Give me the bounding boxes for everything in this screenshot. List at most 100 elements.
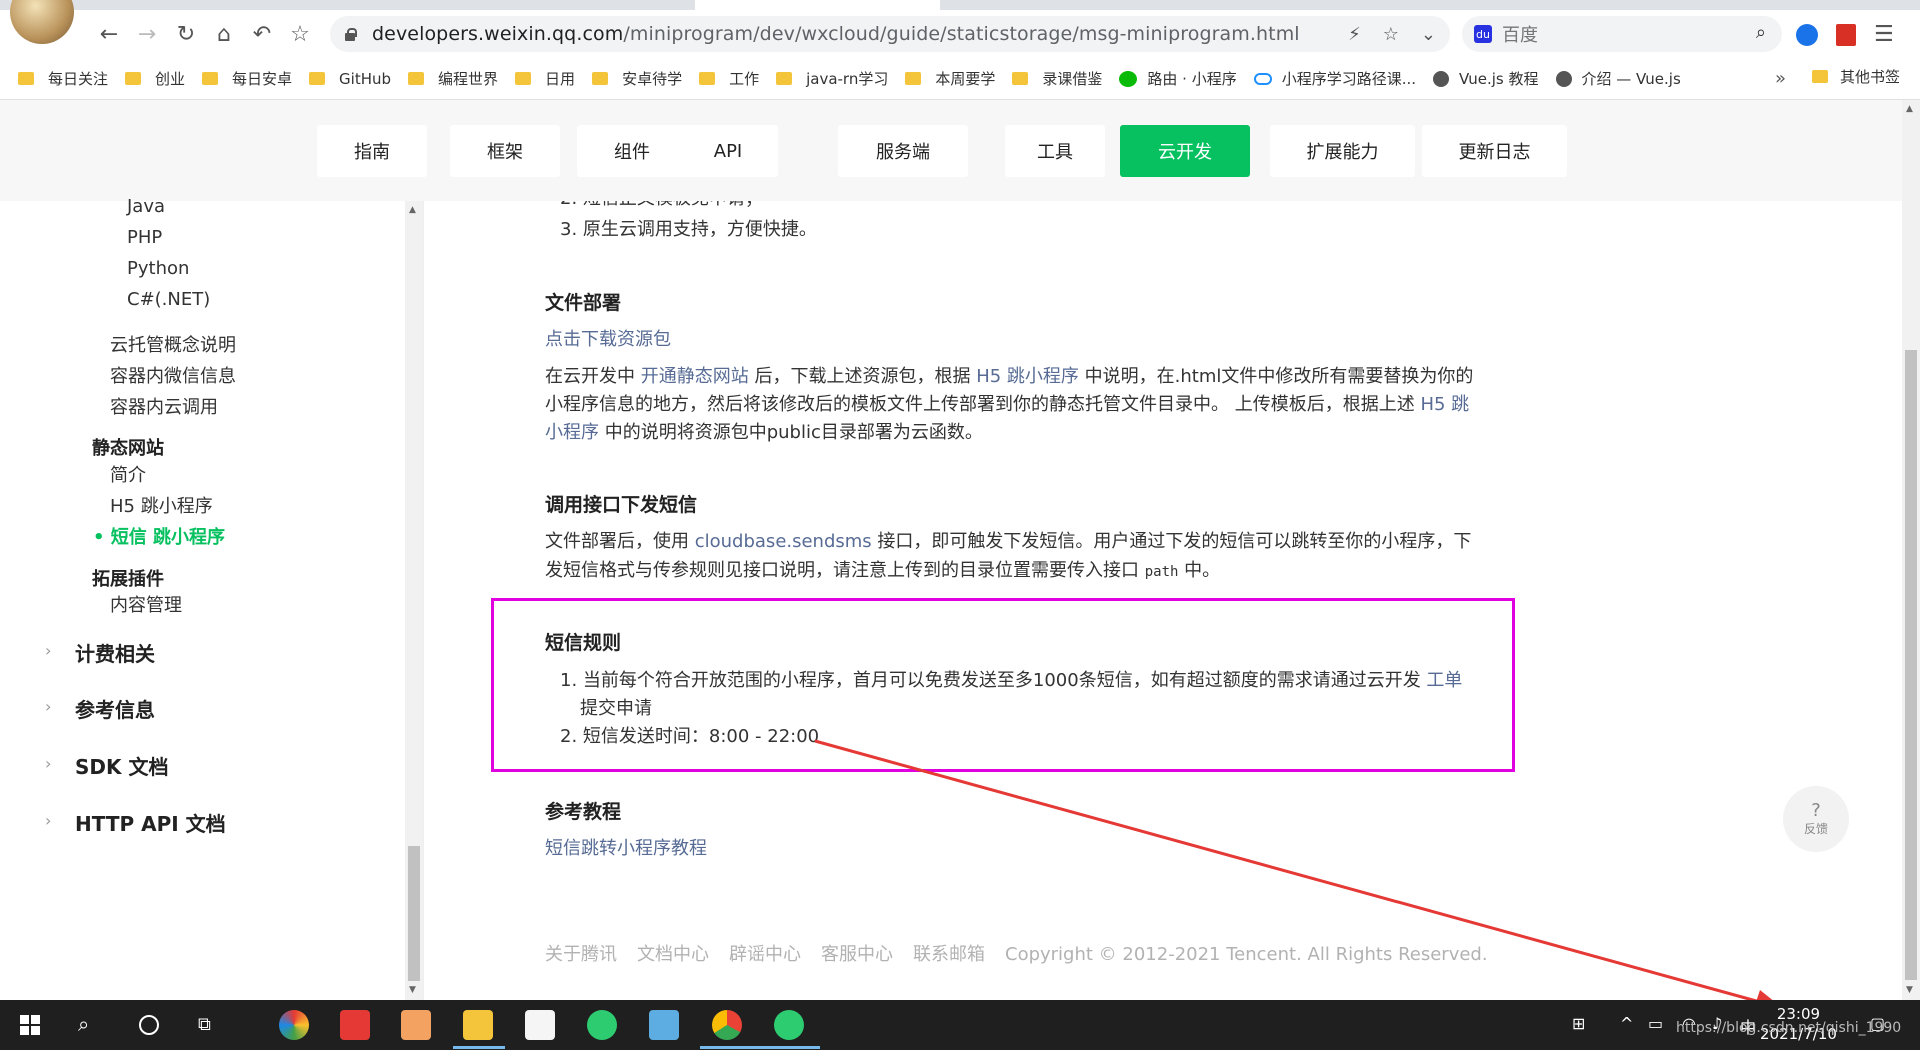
h5-jump-link[interactable]: H5 跳小程序 xyxy=(976,366,1079,387)
bookmark-item[interactable]: 小程序学习路径课... xyxy=(1253,68,1416,89)
sidebar-group-static-site[interactable]: 静态网站 xyxy=(92,434,164,460)
bookmarks-overflow-icon[interactable]: » xyxy=(1775,68,1786,89)
scroll-up-icon[interactable]: ▲ xyxy=(409,205,416,215)
bookmark-item[interactable]: 工作 xyxy=(699,68,759,89)
footer-link[interactable]: 联系邮箱 xyxy=(913,944,985,965)
sidebar-item-sms-jump[interactable]: • 短信 跳小程序 xyxy=(93,523,225,549)
topnav-item-2[interactable]: 组件 xyxy=(577,125,687,177)
chevron-right-icon[interactable]: › xyxy=(45,754,51,773)
sidebar-section-reference[interactable]: 参考信息 xyxy=(75,694,155,723)
pdf-extension-icon[interactable] xyxy=(1836,23,1856,46)
sidebar-scrollbar[interactable]: ▲ ▼ xyxy=(405,201,423,1000)
photos-app-icon[interactable] xyxy=(279,1010,309,1040)
bookmark-item[interactable]: Vue.js 教程 xyxy=(1433,68,1539,89)
sidebar-item-python[interactable]: Python xyxy=(127,258,189,279)
other-bookmarks[interactable]: 其他书签 xyxy=(1812,66,1900,87)
sidebar-item-h5-jump[interactable]: H5 跳小程序 xyxy=(110,492,213,518)
chevron-down-icon[interactable]: ⌄ xyxy=(1421,24,1436,45)
chevron-right-icon[interactable]: › xyxy=(45,811,51,830)
search-icon[interactable]: ⌕ xyxy=(78,1012,89,1036)
sidebar-item-php[interactable]: PHP xyxy=(127,227,162,248)
bookmark-item[interactable]: 录课借鉴 xyxy=(1012,68,1102,89)
ticket-link[interactable]: 工单 xyxy=(1426,670,1462,691)
scroll-down-icon[interactable]: ▼ xyxy=(409,985,416,995)
bookmark-item[interactable]: 每日安卓 xyxy=(202,68,292,89)
sidebar-item-container-wechat-info[interactable]: 容器内微信信息 xyxy=(110,362,236,388)
topnav-item-5[interactable]: 工具 xyxy=(1005,125,1105,177)
footer-link[interactable]: 辟谣中心 xyxy=(729,944,801,965)
topnav-item-8[interactable]: 更新日志 xyxy=(1422,125,1567,177)
h5-jump-link-2a[interactable]: H5 跳 xyxy=(1420,394,1469,415)
address-bar[interactable]: developers.weixin.qq.com/miniprogram/dev… xyxy=(330,16,1450,52)
image-app-icon[interactable] xyxy=(401,1010,431,1040)
star-bookmark-icon[interactable]: ☆ xyxy=(283,17,317,51)
page-scroll-thumb[interactable] xyxy=(1905,350,1917,980)
sidebar-item-container-concept[interactable]: 云托管概念说明 xyxy=(110,331,236,357)
topnav-item-7[interactable]: 扩展能力 xyxy=(1270,125,1415,177)
file-explorer-icon[interactable] xyxy=(463,1010,493,1040)
scroll-up-icon[interactable]: ▲ xyxy=(1906,104,1913,114)
h5-jump-link-2b[interactable]: 小程序 xyxy=(545,422,599,443)
topnav-item-6[interactable]: 云开发 xyxy=(1120,125,1250,177)
search-box[interactable]: du 百度 ⌕ xyxy=(1462,16,1782,52)
reload-icon[interactable]: ↻ xyxy=(169,17,203,51)
bookmark-item[interactable]: 每日关注 xyxy=(18,68,108,89)
keyboard-icon[interactable]: ⊞ xyxy=(1572,1014,1585,1033)
windows-start-icon[interactable] xyxy=(20,1015,40,1035)
chevron-right-icon[interactable]: › xyxy=(45,641,51,660)
topnav-item-4[interactable]: 服务端 xyxy=(838,125,968,177)
footer-link[interactable]: 关于腾讯 xyxy=(545,944,617,965)
sidebar-section-sdk-docs[interactable]: SDK 文档 xyxy=(75,751,168,780)
typora-app-icon[interactable] xyxy=(525,1010,555,1040)
sendsms-link[interactable]: cloudbase.sendsms xyxy=(695,531,872,552)
cortana-icon[interactable] xyxy=(139,1015,159,1035)
undo-icon[interactable]: ↶ xyxy=(245,17,279,51)
bookmark-item[interactable]: 介绍 — Vue.js xyxy=(1555,68,1681,89)
download-resource-link[interactable]: 点击下载资源包 xyxy=(545,325,671,354)
chrome-app-icon[interactable] xyxy=(712,1010,742,1040)
menu-icon[interactable]: ☰ xyxy=(1874,22,1894,47)
youdao-app-icon[interactable] xyxy=(340,1010,370,1040)
bookmark-star-icon[interactable]: ☆ xyxy=(1383,24,1399,45)
battery-icon[interactable]: ▭ xyxy=(1648,1014,1663,1033)
notepad-app-icon[interactable] xyxy=(649,1010,679,1040)
sidebar-item-java[interactable]: Java xyxy=(127,196,165,217)
bookmark-item[interactable]: 日用 xyxy=(515,68,575,89)
task-view-icon[interactable]: ⧉ xyxy=(198,1014,211,1035)
page-scrollbar[interactable]: ▲ ▼ xyxy=(1902,100,1920,1000)
bookmark-item[interactable]: 创业 xyxy=(125,68,185,89)
sms-jump-tutorial-link[interactable]: 短信跳转小程序教程 xyxy=(545,834,707,863)
forward-arrow-icon[interactable]: → xyxy=(130,17,164,51)
wechat-app-icon[interactable] xyxy=(774,1010,804,1040)
bookmark-item[interactable]: 本周要学 xyxy=(905,68,995,89)
active-tab[interactable] xyxy=(695,0,940,10)
back-arrow-icon[interactable]: ← xyxy=(92,17,126,51)
sidebar-item-csharp[interactable]: C#(.NET) xyxy=(127,289,210,310)
bookmark-item[interactable]: 路由 · 小程序 xyxy=(1119,68,1237,89)
open-static-site-link[interactable]: 开通静态网站 xyxy=(641,366,749,387)
topnav-item-0[interactable]: 指南 xyxy=(317,125,427,177)
extension-icon[interactable] xyxy=(1796,23,1818,46)
sidebar-scroll-thumb[interactable] xyxy=(408,846,420,981)
wechat-devtools-icon[interactable] xyxy=(587,1010,617,1040)
bookmark-item[interactable]: 编程世界 xyxy=(408,68,498,89)
bookmark-item[interactable]: GitHub xyxy=(309,70,391,88)
footer-link[interactable]: 客服中心 xyxy=(821,944,893,965)
topnav-item-3[interactable]: API xyxy=(678,125,778,177)
footer-link[interactable]: 文档中心 xyxy=(637,944,709,965)
sidebar-section-billing[interactable]: 计费相关 xyxy=(75,638,155,667)
scroll-down-icon[interactable]: ▼ xyxy=(1906,985,1913,995)
bookmark-item[interactable]: java-rn学习 xyxy=(776,68,888,89)
sidebar-group-plugins[interactable]: 拓展插件 xyxy=(92,565,164,591)
tray-chevron-up-icon[interactable]: ^ xyxy=(1620,1014,1633,1033)
sidebar-item-intro[interactable]: 简介 xyxy=(110,461,146,487)
sidebar-section-http-api-docs[interactable]: HTTP API 文档 xyxy=(75,808,226,837)
bookmark-item[interactable]: 安卓待学 xyxy=(592,68,682,89)
feedback-button[interactable]: ? 反馈 xyxy=(1783,786,1849,852)
sidebar-item-container-cloud-call[interactable]: 容器内云调用 xyxy=(110,393,218,419)
chevron-right-icon[interactable]: › xyxy=(45,697,51,716)
topnav-item-1[interactable]: 框架 xyxy=(450,125,560,177)
search-icon[interactable]: ⌕ xyxy=(1756,22,1766,43)
sidebar-item-content-management[interactable]: 内容管理 xyxy=(110,591,182,617)
home-icon[interactable]: ⌂ xyxy=(207,17,241,51)
